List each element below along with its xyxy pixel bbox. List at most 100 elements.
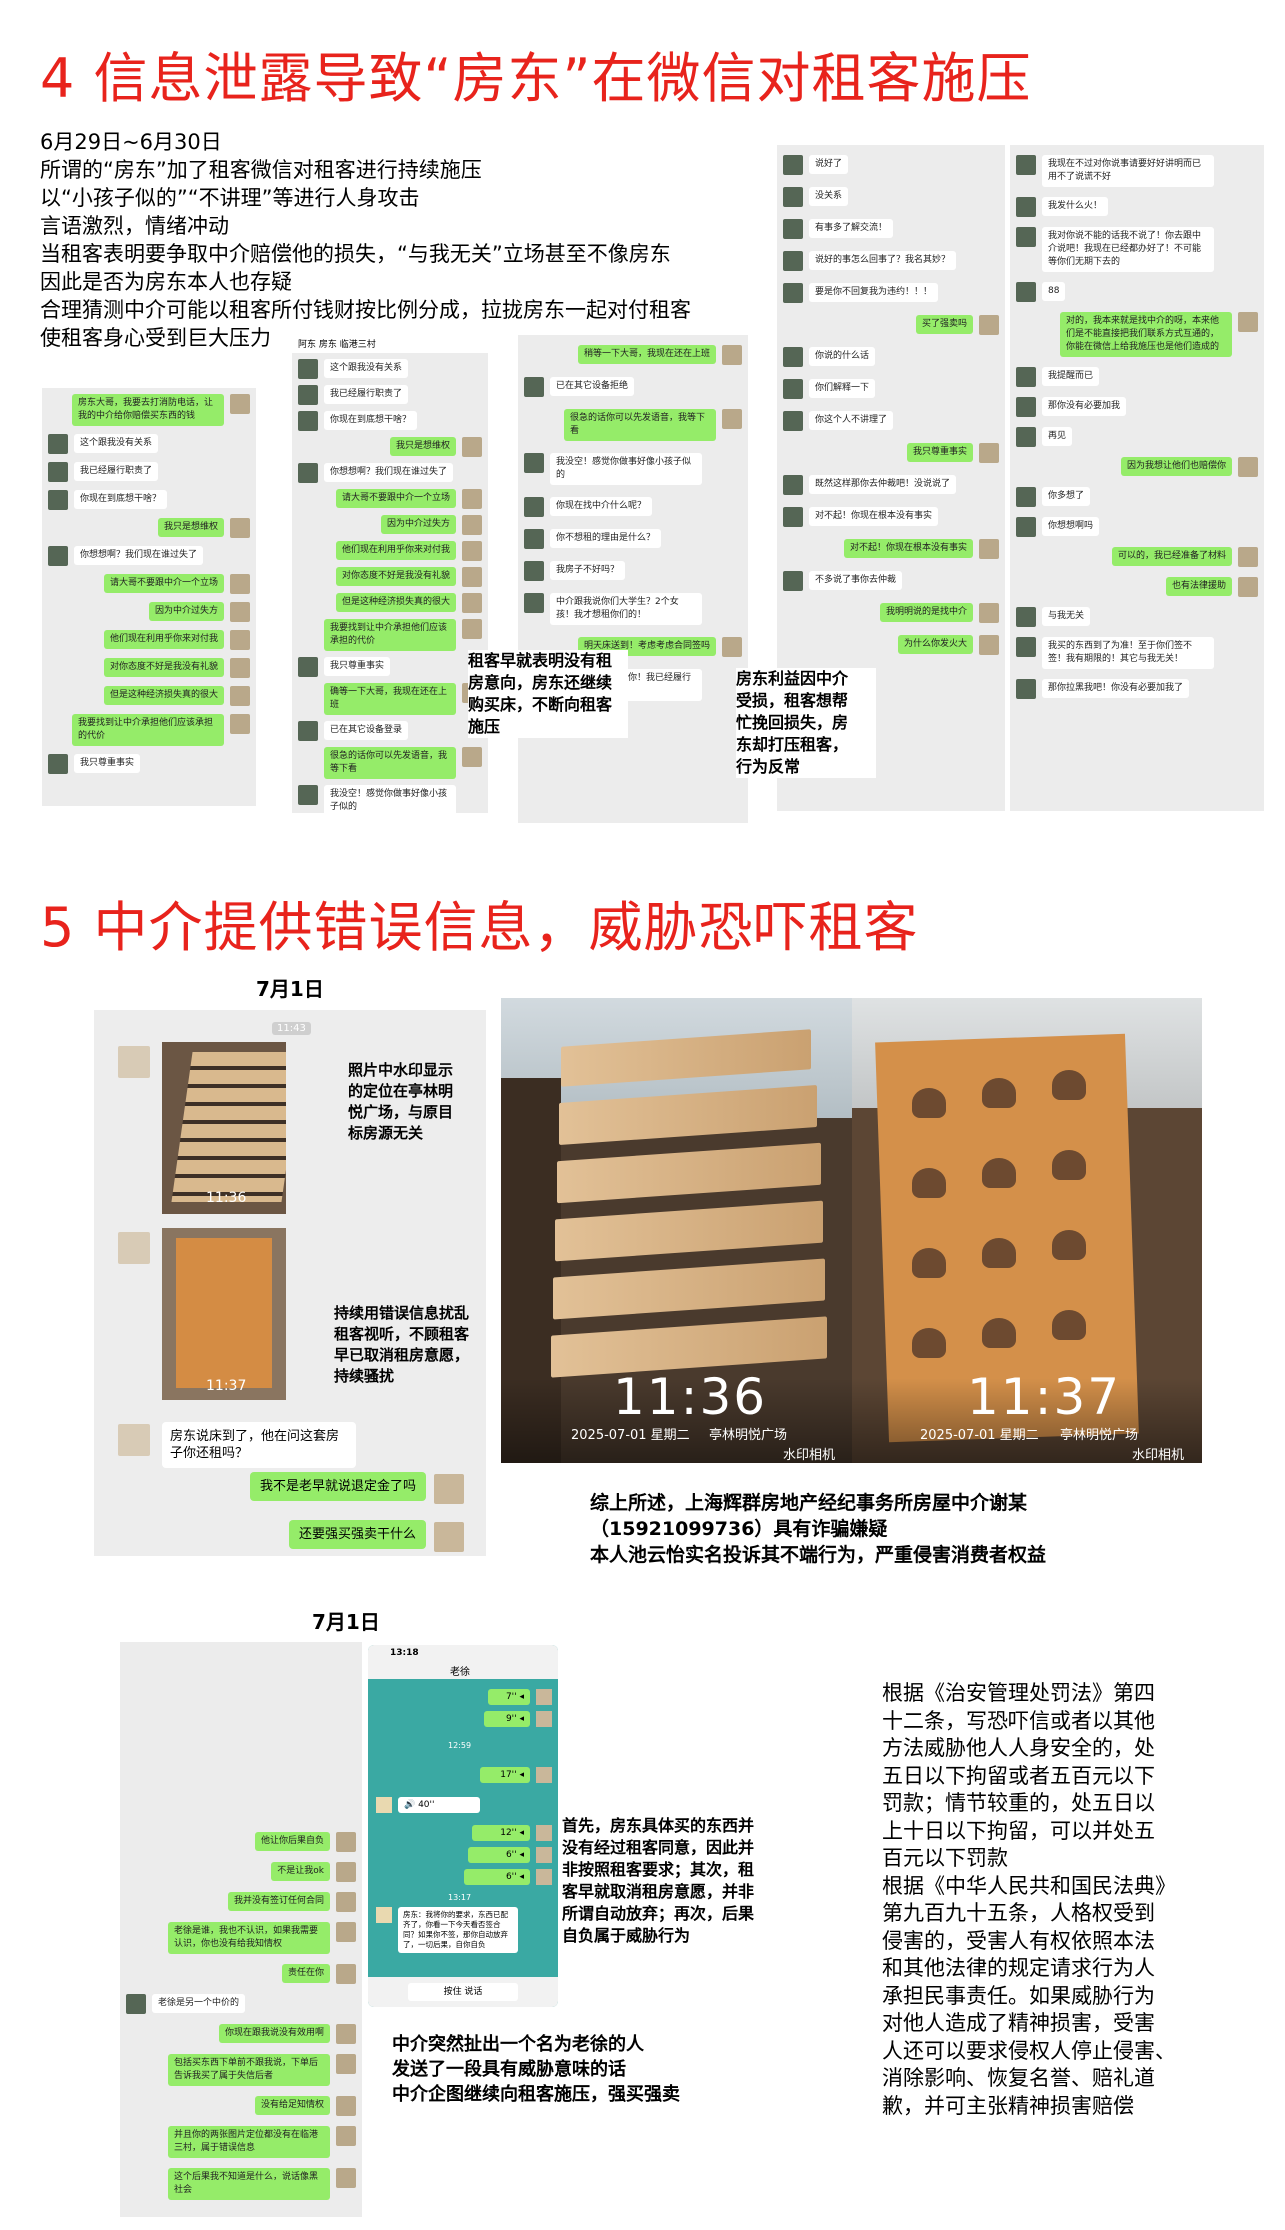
contact-avatar [298, 785, 318, 805]
chat-message: 你多想了 [1042, 487, 1091, 506]
chat-message: 那你拉黑我吧！你没有必要加我了 [1042, 679, 1190, 698]
contact-avatar [524, 453, 544, 473]
chat-message: 这个跟我没有关系 [74, 434, 159, 453]
contact-avatar [1016, 427, 1036, 447]
user-avatar [230, 714, 250, 734]
voice-input-button[interactable]: 按住 说话 [408, 1983, 518, 2001]
chat-message: 没关系 [809, 187, 849, 206]
agent-message: 房东说床到了，他在问这套房子你还租吗？ [162, 1422, 356, 1468]
bed-photo-1: 11:36 2025-07-01 星期二 亭林明悦广场 水印相机 [501, 998, 852, 1463]
contact-avatar [1016, 227, 1036, 247]
chat-message: 与我无关 [1042, 607, 1091, 626]
user-avatar [230, 630, 250, 650]
chat-message: 我买的东西到了为准！至于你们签不签！我有期限的！其它与我无关！ [1042, 637, 1214, 669]
chat-message: 我已经履行职责了 [324, 385, 409, 404]
voice-message[interactable]: 🔊 40'' [398, 1797, 480, 1813]
phone-contact-name: 老徐 [450, 1667, 470, 1678]
contact-avatar [376, 1907, 392, 1923]
chat-message: 我发什么火！ [1042, 197, 1109, 216]
photo-1-camera: 水印相机 [783, 1448, 836, 1463]
chat-message: 我现在不过对你说事请要好好讲明而已用不了说谎不好 [1042, 155, 1214, 187]
contact-avatar [48, 546, 68, 566]
chat-message: 再见 [1042, 427, 1073, 446]
voice-message[interactable]: 6'' ◂ [464, 1869, 530, 1885]
user-avatar [722, 409, 742, 429]
user-avatar [336, 2096, 356, 2116]
user-avatar [462, 567, 482, 587]
chat-message: 我要找到让中介承担他们应该承担的代价 [72, 714, 224, 746]
chat-message: 我对你说不能的话我不说了！你去跟中介说吧！我现在已经都办好了！不可能等你们无期下… [1042, 227, 1214, 272]
user-avatar [536, 1767, 552, 1783]
chat-message: 他们现在利用乎你来对付我 [103, 630, 224, 649]
chat-message: 说好了 [809, 155, 849, 174]
contact-avatar [783, 251, 803, 271]
chat-message: 对不起！你现在根本没有事实 [809, 507, 939, 526]
contact-avatar [298, 657, 318, 677]
summary-statement: 综上所述，上海辉群房地产经纪事务所房屋中介谢某 （15921099736）具有诈… [590, 1492, 1047, 1566]
user-avatar [462, 541, 482, 561]
voice-message[interactable]: 17'' ◂ [480, 1767, 530, 1783]
contact-avatar [48, 434, 68, 454]
contact-avatar [1016, 397, 1036, 417]
threat-message: 房东：我将你的要求，东西已配齐了，你看一下今天看否签合同？如果你不签，那你自动放… [398, 1907, 518, 1953]
chat-message: 他让你后果自负 [254, 1832, 330, 1851]
date-label-1: 7月1日 [256, 977, 324, 1001]
contact-avatar [298, 359, 318, 379]
contact-avatar [1016, 197, 1036, 217]
agent-avatar [118, 1046, 150, 1078]
chat-screenshot-3: 稍等一下大哥，我现在还在上班 已在其它设备拒绝 很急的话你可以先发语音，我等下看 我没… [518, 335, 748, 823]
chat-message: 我已经履行职责了 [74, 462, 159, 481]
contact-avatar [376, 1797, 392, 1813]
chat-message: 有事多了解交流！ [809, 219, 894, 238]
user-avatar [536, 1825, 552, 1841]
chat-message: 你们解释一下 [809, 379, 876, 398]
chat-message: 说好的事怎么回事了？我名其妙？ [809, 251, 957, 270]
chat-message: 中介跟我说你们大学生？2个女孩！我才想租你们的！ [550, 593, 702, 625]
voice-message[interactable]: 7'' ◂ [488, 1689, 530, 1705]
voice-message[interactable]: 12'' ◂ [472, 1825, 530, 1841]
chat-message: 我要找到让中介承担他们应该承担的代价 [324, 619, 456, 651]
voice-message[interactable]: 6'' ◂ [468, 1847, 530, 1863]
annotation-harassment: 持续用错误信息扰乱 租客视听，不顾租客 早已取消租房意愿， 持续骚扰 [334, 1303, 486, 1387]
chat-message: 这个跟我没有关系 [324, 359, 409, 378]
photo-2-time: 11:37 [967, 1368, 1122, 1426]
user-avatar [434, 1474, 464, 1504]
user-avatar [230, 658, 250, 678]
contact-avatar [783, 475, 803, 495]
chat-message: 责任在你 [281, 1964, 330, 1983]
chat-message: 很急的话你可以先发语音，我等下看 [564, 409, 716, 441]
chat-message: 也有法律援助 [1165, 577, 1232, 596]
contact-avatar [48, 462, 68, 482]
date-label-2: 7月1日 [312, 1610, 380, 1634]
contact-avatar [524, 593, 544, 613]
contact-avatar [783, 219, 803, 239]
contact-avatar [1016, 487, 1036, 507]
chat-message: 那你没有必要加我 [1042, 397, 1127, 416]
chat-time: 12:59 [448, 1741, 472, 1750]
chat-message: 我并没有签订任何合同 [227, 1892, 330, 1911]
contact-avatar [298, 721, 318, 741]
chat-message: 我没空！感觉你做事好像小孩子似的 [324, 785, 456, 813]
contact-avatar [1016, 155, 1036, 175]
chat-message: 我明明说的是找中介 [879, 603, 973, 622]
annotation-watermark-location: 照片中水印显示 的定位在亭林明 悦广场，与原目 标房源无关 [348, 1061, 454, 1142]
chat-thumbnail-2: 11:37 [162, 1228, 286, 1400]
chat-time: 11:43 [272, 1022, 311, 1035]
chat-message: 为什么你发火大 [897, 635, 973, 654]
voice-message[interactable]: 9'' ◂ [484, 1711, 530, 1727]
section4-title: 4 信息泄露导致“房东”在微信对租客施压 [40, 47, 1032, 110]
chat-message: 我只尊重事实 [906, 443, 973, 462]
contact-avatar [1016, 282, 1036, 302]
contact-avatar [783, 571, 803, 591]
user-avatar [336, 2024, 356, 2044]
phone-screenshot: 13:18 老徐 7'' ◂ 9'' ◂ 17'' ◂ 🔊 40'' 12'' ◂ 6''… [368, 1645, 558, 2007]
contact-avatar [48, 490, 68, 510]
chat-message: 我只是想维权 [157, 518, 224, 537]
chat-message: 老徐是谁，我也不认识，如果我需要认识，你也没有给我知情权 [168, 1922, 330, 1954]
phone-chat-area: 7'' ◂ 9'' ◂ 17'' ◂ 🔊 40'' 12'' ◂ 6'' ◂ 6'' ◂ 12… [368, 1679, 558, 1977]
section5-title: 5 中介提供错误信息，威胁恐吓租客 [40, 896, 919, 959]
user-avatar [462, 619, 482, 639]
chat-thumbnail-1: 11:36 [162, 1042, 286, 1214]
thumbnail-2-time: 11:37 [206, 1378, 247, 1394]
user-avatar [462, 437, 482, 457]
